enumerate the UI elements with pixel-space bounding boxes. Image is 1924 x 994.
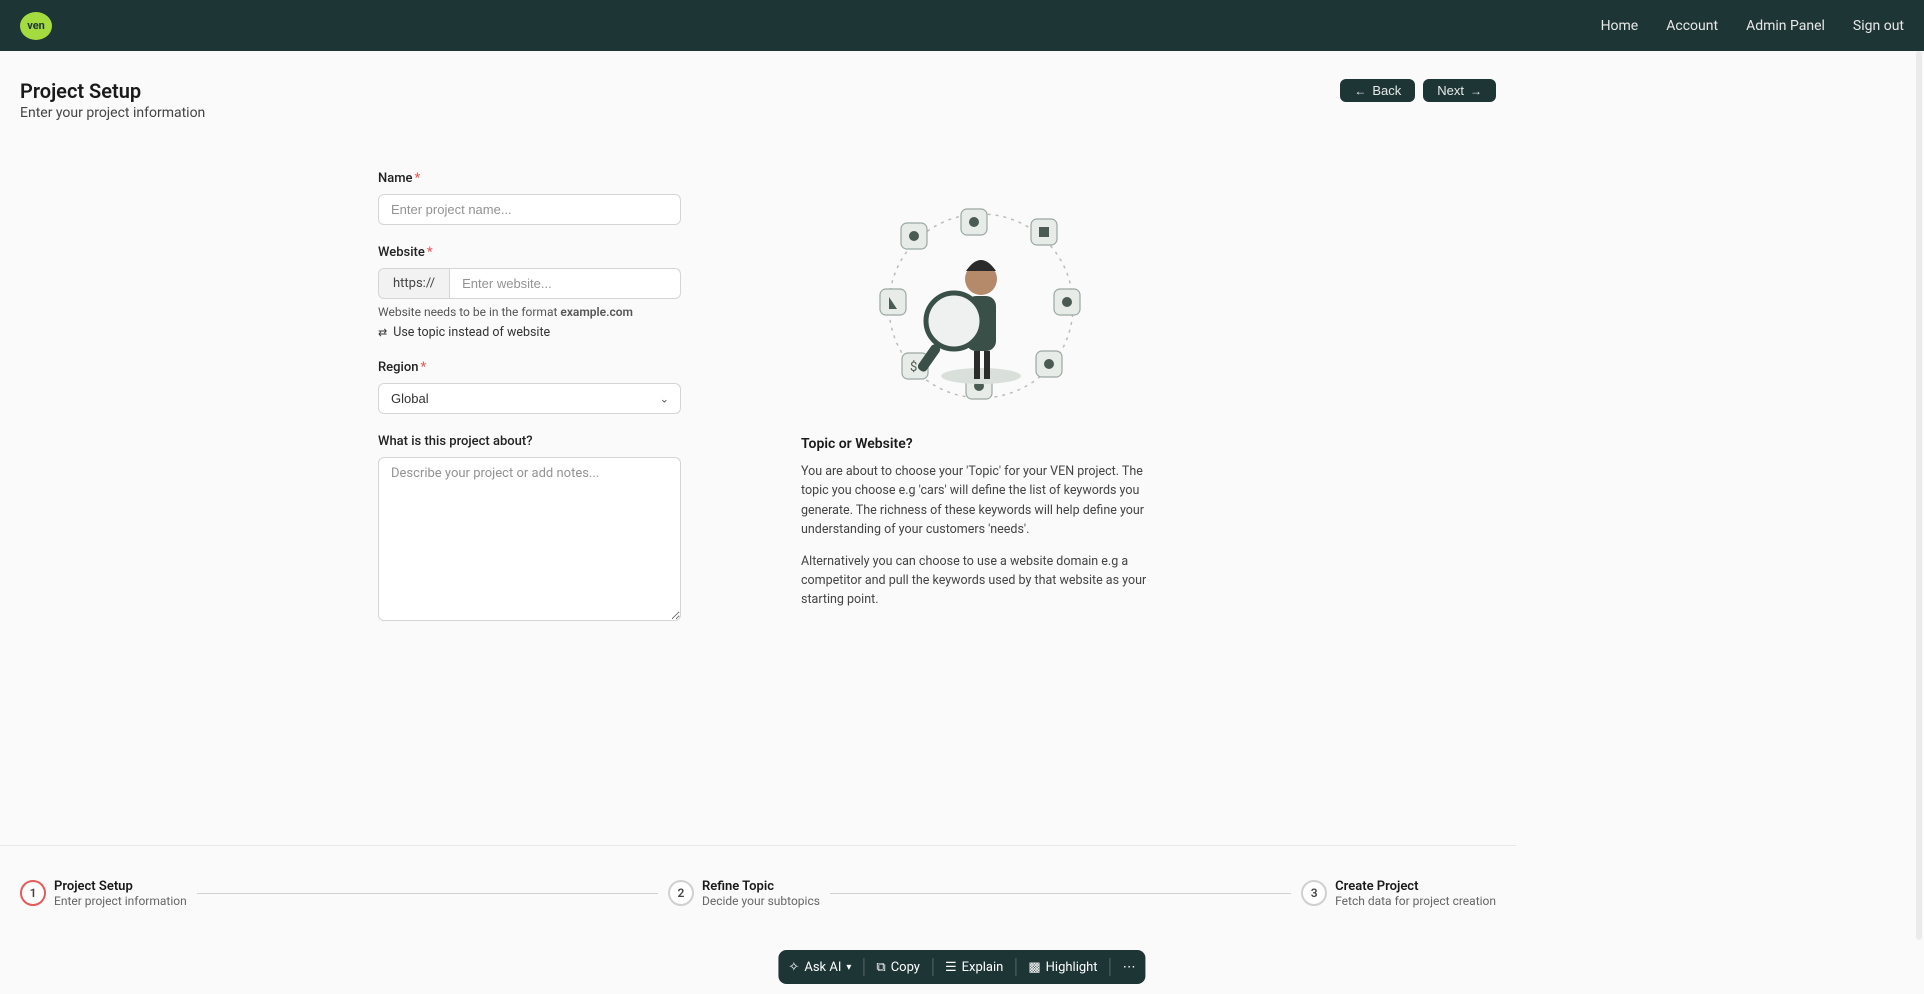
wizard-stepper: 1 Project Setup Enter project informatio… (0, 845, 1516, 940)
explain-icon: ☰ (945, 960, 957, 975)
step-2[interactable]: 2 Refine Topic Decide your subtopics (668, 879, 820, 908)
svg-text:$: $ (910, 360, 917, 375)
more-button[interactable]: ⋯ (1123, 960, 1136, 975)
arrow-left-icon: ← (1354, 84, 1366, 98)
page-title: Project Setup (20, 79, 205, 103)
topic-illustration: $ (866, 201, 1096, 406)
ask-ai-label: Ask AI (804, 960, 841, 975)
logo-text: ven (27, 19, 45, 32)
website-label-text: Website (378, 245, 425, 260)
name-input[interactable] (378, 194, 681, 225)
scrollbar-thumb[interactable] (1916, 51, 1922, 940)
step-circle-2: 2 (668, 880, 694, 906)
info-column: $ Topic or Web (801, 171, 1161, 645)
info-paragraph-2: Alternatively you can choose to use a we… (801, 552, 1161, 610)
scrollbar[interactable] (1916, 51, 1922, 940)
page-subtitle: Enter your project information (20, 105, 205, 121)
swap-icon: ⇄ (378, 326, 387, 339)
separator (932, 958, 933, 976)
name-label-text: Name (378, 171, 413, 186)
info-heading: Topic or Website? (801, 436, 1161, 452)
website-prefix: https:// (378, 268, 449, 299)
required-indicator: * (427, 245, 433, 260)
next-button-label: Next (1437, 83, 1464, 98)
step-2-title: Refine Topic (702, 879, 820, 894)
step-circle-3: 3 (1301, 880, 1327, 906)
page-header: Project Setup Enter your project informa… (0, 51, 1516, 141)
back-button[interactable]: ← Back (1340, 79, 1415, 102)
highlight-label: Highlight (1046, 960, 1098, 975)
required-indicator: * (420, 360, 426, 375)
step-3[interactable]: 3 Create Project Fetch data for project … (1301, 879, 1496, 908)
region-label-text: Region (378, 360, 418, 375)
text-selection-toolbar: ✧ Ask AI ▾ ⧉ Copy ☰ Explain ▩ Highlight … (778, 950, 1145, 984)
arrow-right-icon: → (1470, 84, 1482, 98)
step-1[interactable]: 1 Project Setup Enter project informatio… (20, 879, 187, 908)
info-paragraph-1: You are about to choose your 'Topic' for… (801, 462, 1161, 540)
ask-ai-button[interactable]: ✧ Ask AI ▾ (788, 960, 851, 975)
nav-link-sign-out[interactable]: Sign out (1853, 18, 1904, 34)
separator (863, 958, 864, 976)
next-button[interactable]: Next → (1423, 79, 1496, 102)
dots-icon: ⋯ (1123, 960, 1136, 975)
website-helper-bold: example.com (560, 305, 633, 319)
step-circle-1: 1 (20, 880, 46, 906)
copy-button[interactable]: ⧉ Copy (876, 960, 920, 975)
step-3-title: Create Project (1335, 879, 1496, 894)
step-3-subtitle: Fetch data for project creation (1335, 894, 1496, 908)
use-topic-instead-link[interactable]: ⇄ Use topic instead of website (378, 325, 681, 340)
separator (1110, 958, 1111, 976)
website-input[interactable] (449, 268, 681, 299)
form-column: Name* Website* https:// Website needs to… (378, 171, 681, 645)
logo[interactable]: ven (20, 12, 52, 40)
nav-link-home[interactable]: Home (1601, 18, 1639, 34)
name-label: Name* (378, 171, 681, 186)
nav-link-admin-panel[interactable]: Admin Panel (1746, 18, 1825, 34)
website-helper-pre: Website needs to be in the format (378, 305, 560, 319)
highlight-icon: ▩ (1028, 960, 1040, 975)
nav-links: Home Account Admin Panel Sign out (1601, 18, 1904, 34)
copy-label: Copy (891, 960, 920, 975)
back-button-label: Back (1372, 83, 1401, 98)
about-textarea[interactable] (378, 457, 681, 621)
step-2-subtitle: Decide your subtopics (702, 894, 820, 908)
required-indicator: * (415, 171, 421, 186)
step-connector (830, 893, 1291, 894)
step-1-subtitle: Enter project information (54, 894, 187, 908)
website-label: Website* (378, 245, 681, 260)
copy-icon: ⧉ (876, 960, 885, 975)
separator (1015, 958, 1016, 976)
explain-button[interactable]: ☰ Explain (945, 960, 1003, 975)
region-label: Region* (378, 360, 681, 375)
sparkle-icon: ✧ (788, 960, 799, 975)
chevron-down-icon: ▾ (846, 962, 851, 973)
step-connector (197, 893, 658, 894)
highlight-button[interactable]: ▩ Highlight (1028, 960, 1097, 975)
main-content: Project Setup Enter your project informa… (0, 51, 1516, 940)
region-select[interactable] (378, 383, 681, 414)
nav-link-account[interactable]: Account (1666, 18, 1718, 34)
top-navbar: ven Home Account Admin Panel Sign out (0, 0, 1924, 51)
website-helper: Website needs to be in the format exampl… (378, 305, 681, 319)
step-1-title: Project Setup (54, 879, 187, 894)
explain-label: Explain (962, 960, 1004, 975)
about-label: What is this project about? (378, 434, 681, 449)
use-topic-instead-label: Use topic instead of website (393, 325, 550, 340)
